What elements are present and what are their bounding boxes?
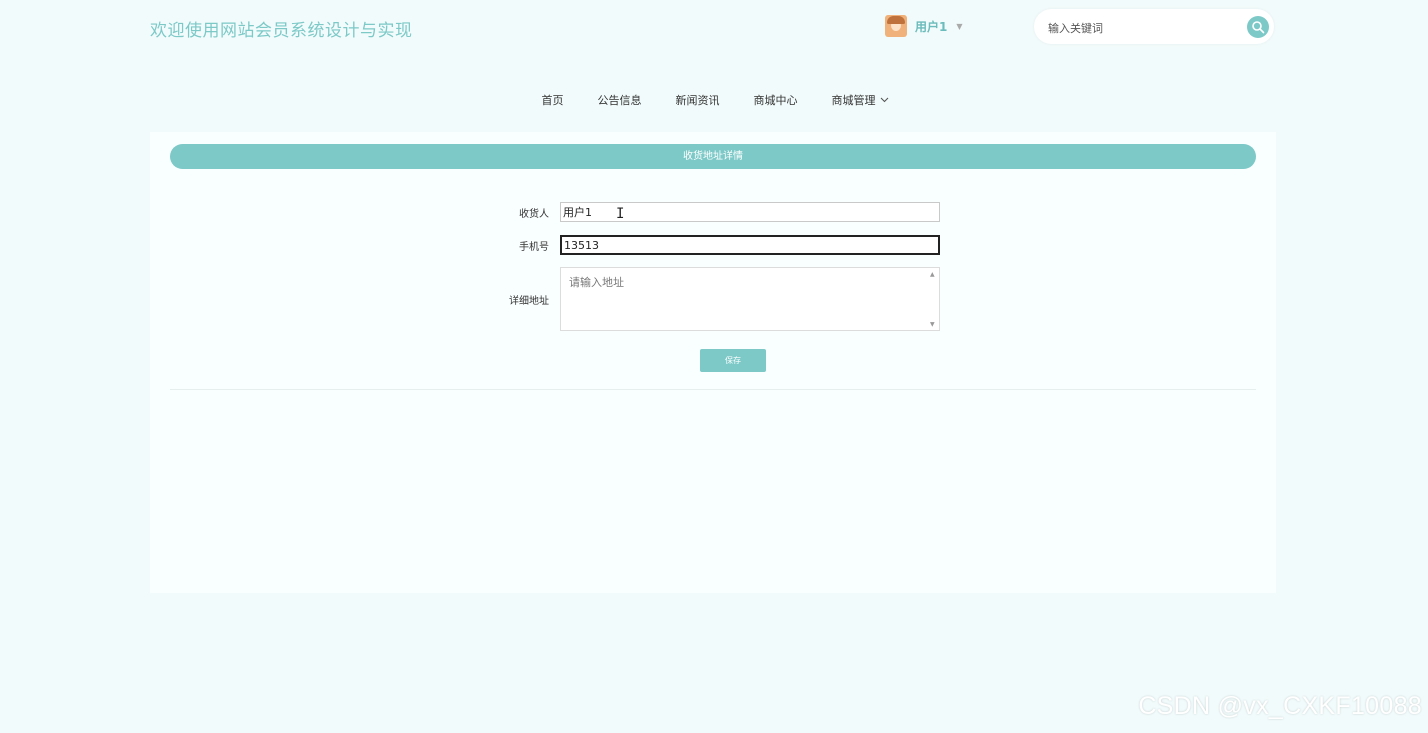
avatar-icon <box>885 15 907 37</box>
text-cursor-icon: I <box>616 206 625 222</box>
scroll-up-icon[interactable]: ▲ <box>930 271 935 278</box>
user-name: 用户1 <box>915 19 948 34</box>
search-box <box>1034 9 1274 44</box>
receiver-label: 收货人 <box>519 208 549 220</box>
address-textarea[interactable] <box>560 267 940 331</box>
search-input[interactable] <box>1046 17 1240 39</box>
main-nav: 首页 公告信息 新闻资讯 商城中心 商城管理 <box>0 92 1428 108</box>
phone-input[interactable] <box>560 235 940 255</box>
nav-item-announcements[interactable]: 公告信息 <box>598 92 642 108</box>
address-label: 详细地址 <box>509 295 549 307</box>
nav-item-mall-management-label: 商城管理 <box>831 94 876 107</box>
chevron-down-icon <box>880 97 888 103</box>
nav-item-news[interactable]: 新闻资讯 <box>676 92 720 108</box>
watermark: CSDN @vx_CXKF10088 <box>1138 692 1422 720</box>
address-row: 详细地址 <box>489 267 940 331</box>
receiver-row: 收货人 <box>489 202 940 222</box>
nav-item-home[interactable]: 首页 <box>542 92 564 108</box>
site-title: 欢迎使用网站会员系统设计与实现 <box>150 21 413 41</box>
search-button[interactable] <box>1247 16 1269 38</box>
nav-item-mall-management[interactable]: 商城管理 <box>832 92 889 108</box>
panel-title: 收货地址详情 <box>170 144 1256 169</box>
search-icon <box>1252 21 1265 34</box>
nav-item-mall-center[interactable]: 商城中心 <box>754 92 798 108</box>
scroll-down-icon[interactable]: ▼ <box>930 321 935 328</box>
save-button[interactable]: 保存 <box>700 349 766 372</box>
user-menu[interactable]: 用户1 ▼ <box>885 15 963 37</box>
phone-row: 手机号 <box>489 235 940 255</box>
caret-down-icon: ▼ <box>956 21 963 31</box>
phone-label: 手机号 <box>519 241 549 253</box>
divider <box>170 389 1256 390</box>
textarea-scrollbar[interactable]: ▲ ▼ <box>929 268 938 330</box>
